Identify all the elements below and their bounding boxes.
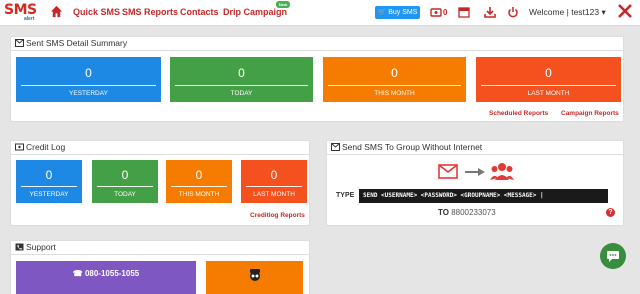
logo[interactable]: SMS alert: [4, 2, 46, 24]
calendar-icon[interactable]: [458, 6, 470, 18]
credit-card-icon: [15, 143, 24, 151]
arrow-right-icon: [465, 168, 485, 176]
support-agent-tile[interactable]: [206, 261, 303, 294]
panel-title: Sent SMS Detail Summary: [26, 38, 128, 48]
tile-divider: [171, 186, 227, 187]
tile-value: 0: [545, 66, 552, 80]
nav-sms-reports[interactable]: SMS Reports: [122, 7, 178, 17]
tile-label: THIS MONTH: [374, 90, 415, 97]
credit-tile-last-month[interactable]: 0 LAST MONTH: [241, 160, 307, 203]
campaign-reports-link[interactable]: Campaign Reports: [561, 110, 619, 117]
summary-tile-yesterday[interactable]: 0 YESTERDAY: [16, 57, 161, 102]
new-badge: New: [276, 1, 290, 8]
close-icon[interactable]: [616, 2, 634, 20]
to-number: 8800233073: [451, 208, 496, 217]
help-icon[interactable]: ?: [606, 208, 615, 217]
tile-label: YESTERDAY: [29, 191, 69, 198]
envelope-icon: [331, 143, 340, 151]
welcome-user-menu[interactable]: Welcome | test123 ▾: [529, 7, 606, 18]
nav-quick-sms[interactable]: Quick SMS: [73, 7, 120, 17]
support-phone-line: ☎ 080-1055-1055: [16, 269, 196, 278]
phone-icon: [15, 243, 24, 251]
mail-icon: [438, 164, 458, 179]
tile-label: LAST MONTH: [527, 90, 570, 97]
tile-divider: [21, 85, 156, 86]
tile-divider: [21, 186, 77, 187]
creditlog-reports-link[interactable]: Creditlog Reports: [250, 212, 305, 219]
summary-tile-last-month[interactable]: 0 LAST MONTH: [476, 57, 621, 102]
summary-tile-this-month[interactable]: 0 THIS MONTH: [323, 57, 466, 102]
phone-icon: ☎: [72, 269, 83, 278]
group-users-icon: [490, 163, 514, 180]
tile-label: TODAY: [114, 191, 136, 198]
panel-title: Credit Log: [26, 142, 66, 152]
to-number-line: TO 8800233073: [438, 208, 496, 217]
envelope-icon: [15, 39, 24, 47]
support-phone-tile[interactable]: ☎ 080-1055-1055: [16, 261, 196, 294]
tile-divider: [481, 85, 616, 86]
credit-count: 0: [443, 8, 448, 17]
sent-sms-summary-header: Sent SMS Detail Summary: [11, 37, 623, 51]
credit-tile-yesterday[interactable]: 0 YESTERDAY: [16, 160, 82, 203]
nav-drip-campaign[interactable]: Drip Campaign: [223, 7, 287, 17]
tile-label: YESTERDAY: [69, 90, 108, 97]
credit-tile-this-month[interactable]: 0 THIS MONTH: [166, 160, 232, 203]
credit-log-header: Credit Log: [11, 141, 309, 155]
panel-title: Support: [26, 242, 56, 252]
top-navbar: SMS alert Quick SMS SMS Reports Contacts…: [0, 0, 640, 26]
buy-sms-button[interactable]: 🛒 Buy SMS: [375, 6, 420, 19]
tile-value: 0: [195, 168, 203, 182]
credit-icon[interactable]: [430, 6, 442, 18]
home-icon[interactable]: [50, 5, 63, 18]
chat-button[interactable]: [600, 243, 626, 269]
cart-icon: 🛒: [377, 9, 387, 16]
to-label: TO: [438, 208, 449, 217]
tile-value: 0: [45, 168, 53, 182]
summary-tile-today[interactable]: 0 TODAY: [170, 57, 313, 102]
buy-sms-label: Buy SMS: [388, 9, 418, 16]
tile-divider: [328, 85, 461, 86]
tile-value: 0: [85, 66, 92, 80]
tile-divider: [97, 186, 153, 187]
credit-tile-today[interactable]: 0 TODAY: [92, 160, 158, 203]
scheduled-reports-link[interactable]: Scheduled Reports: [489, 110, 548, 117]
type-label: TYPE: [336, 192, 355, 199]
download-icon[interactable]: [484, 6, 496, 18]
power-icon[interactable]: [507, 6, 519, 18]
logo-subtext: alert: [24, 16, 35, 22]
tile-value: 0: [238, 66, 245, 80]
nav-contacts[interactable]: Contacts: [180, 7, 219, 17]
chat-icon: [607, 251, 619, 262]
tile-value: 0: [270, 168, 278, 182]
sms-format-box: SEND <USERNAME> <PASSWORD> <GROUPNAME> <…: [359, 189, 608, 203]
tile-value: 0: [121, 168, 129, 182]
agent-icon: [250, 269, 260, 281]
tile-label: LAST MONTH: [253, 191, 295, 198]
tile-divider: [175, 85, 308, 86]
support-header: Support: [11, 241, 309, 255]
tile-label: THIS MONTH: [178, 191, 220, 198]
support-phone-number: 080-1055-1055: [84, 269, 140, 278]
tile-divider: [246, 186, 302, 187]
panel-title: Send SMS To Group Without Internet: [342, 142, 483, 152]
tile-value: 0: [391, 66, 398, 80]
tile-label: TODAY: [230, 90, 253, 97]
group-sms-header: Send SMS To Group Without Internet: [327, 141, 623, 155]
